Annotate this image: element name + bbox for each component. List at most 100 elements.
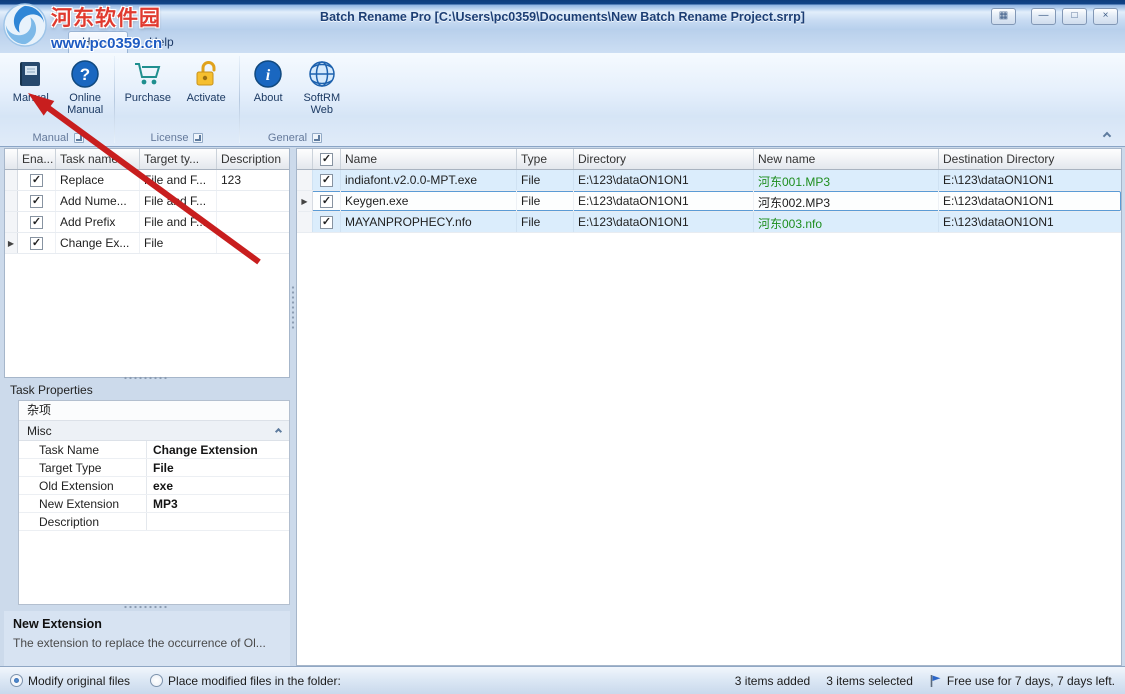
group-label-license-text: License — [151, 132, 189, 144]
task-target-cell: File and F... — [140, 170, 217, 190]
horizontal-splitter[interactable] — [123, 376, 167, 380]
shopping-cart-icon — [132, 58, 164, 90]
minimize-button[interactable]: — — [1031, 8, 1056, 25]
current-row-arrow-icon: ▶ — [8, 239, 14, 248]
file-row-selected[interactable]: ▶ ✓ Keygen.exe File E:\123\dataON1ON1 河东… — [297, 191, 1121, 212]
group-label-license: License — [116, 129, 238, 146]
property-value[interactable] — [147, 513, 289, 530]
property-row[interactable]: New Extension MP3 — [19, 495, 289, 513]
softrm-web-button[interactable]: SoftRM Web — [295, 55, 348, 118]
task-enabled-checkbox[interactable]: ✓ — [30, 216, 43, 229]
column-target-type[interactable]: Target ty... — [140, 149, 217, 169]
close-button[interactable]: × — [1093, 8, 1118, 25]
file-checkbox[interactable]: ✓ — [320, 174, 333, 187]
ribbon-group-separator — [114, 56, 115, 143]
file-destination-cell: E:\123\dataON1ON1 — [939, 170, 1121, 190]
property-row[interactable]: Task Name Change Extension — [19, 441, 289, 459]
row-selector-gutter: ▶ — [5, 233, 18, 253]
about-button[interactable]: i About — [242, 55, 295, 106]
row-selector-gutter — [5, 191, 18, 211]
ribbon-group-license: Purchase Activate License — [116, 53, 238, 146]
property-row[interactable]: Description — [19, 513, 289, 531]
task-properties-title: Task Properties — [10, 383, 93, 397]
file-new-name-cell: 河东003.nfo — [754, 212, 939, 232]
horizontal-splitter[interactable] — [123, 605, 167, 609]
column-new-name[interactable]: New name — [754, 149, 939, 169]
titlebar[interactable]: Batch Rename Pro [C:\Users\pc0359\Docume… — [0, 0, 1125, 30]
property-value[interactable]: File — [147, 459, 289, 476]
file-directory-cell: E:\123\dataON1ON1 — [574, 212, 754, 232]
items-selected-count: 3 items selected — [826, 674, 913, 688]
modify-original-radio[interactable]: Modify original files — [10, 674, 130, 688]
file-row[interactable]: ✓ indiafont.v2.0.0-MPT.exe File E:\123\d… — [297, 170, 1121, 191]
padlock-icon — [190, 58, 222, 90]
column-enabled[interactable]: Ena... — [18, 149, 56, 169]
task-properties-panel: 杂项 Misc Task Name Change Extension Targe… — [18, 400, 290, 605]
online-help-icon: ? — [69, 58, 101, 90]
task-target-cell: File and F... — [140, 212, 217, 232]
property-value[interactable]: Change Extension — [147, 441, 289, 458]
file-row[interactable]: ✓ MAYANPROPHECY.nfo File E:\123\dataON1O… — [297, 212, 1121, 233]
ribbon-group-manual: Manual ? Online Manual Manual — [3, 53, 113, 146]
file-list-header: ✓ Name Type Directory New name Destinati… — [297, 149, 1121, 170]
task-list-panel: Ena... Task name Target ty... Descriptio… — [4, 148, 290, 378]
help-title: New Extension — [13, 617, 281, 631]
ribbon-tab-bar: Home Help — [0, 30, 1125, 53]
column-description[interactable]: Description — [217, 149, 289, 169]
activate-button[interactable]: Activate — [180, 55, 233, 106]
skin-menu-button[interactable]: ▦ — [991, 8, 1016, 25]
vertical-splitter[interactable] — [291, 285, 295, 329]
file-list-panel: ✓ Name Type Directory New name Destinati… — [296, 148, 1122, 666]
file-destination-cell: E:\123\dataON1ON1 — [939, 191, 1121, 211]
group-dialog-launcher-icon[interactable] — [312, 133, 322, 143]
column-name[interactable]: Name — [341, 149, 517, 169]
file-checked-cell: ✓ — [313, 191, 341, 211]
file-name-cell: MAYANPROPHECY.nfo — [341, 212, 517, 232]
task-name-cell: Change Ex... — [56, 233, 140, 253]
properties-category-tab[interactable]: 杂项 — [19, 401, 289, 421]
file-type-cell: File — [517, 191, 574, 211]
property-row[interactable]: Old Extension exe — [19, 477, 289, 495]
softrm-web-button-label: SoftRM Web — [295, 92, 348, 116]
task-name-cell: Add Prefix — [56, 212, 140, 232]
online-manual-button[interactable]: ? Online Manual — [59, 55, 112, 118]
window-title: Batch Rename Pro [C:\Users\pc0359\Docume… — [320, 6, 805, 24]
task-row-selected[interactable]: ▶ ✓ Change Ex... File — [5, 233, 289, 254]
column-directory[interactable]: Directory — [574, 149, 754, 169]
file-checkbox[interactable]: ✓ — [320, 216, 333, 229]
properties-group-misc[interactable]: Misc — [19, 421, 289, 441]
task-target-cell: File and F... — [140, 191, 217, 211]
column-destination-directory[interactable]: Destination Directory — [939, 149, 1121, 169]
property-name: Task Name — [19, 441, 147, 458]
select-all-checkbox[interactable]: ✓ — [320, 153, 333, 166]
property-value[interactable]: MP3 — [147, 495, 289, 512]
property-row[interactable]: Target Type File — [19, 459, 289, 477]
place-modified-radio[interactable]: Place modified files in the folder: — [150, 674, 341, 688]
task-description-cell — [217, 212, 289, 232]
check-icon: ✓ — [322, 196, 331, 207]
task-row[interactable]: ✓ Add Prefix File and F... — [5, 212, 289, 233]
property-name: New Extension — [19, 495, 147, 512]
task-description-cell — [217, 233, 289, 253]
file-checkbox[interactable]: ✓ — [320, 195, 333, 208]
property-value[interactable]: exe — [147, 477, 289, 494]
ribbon-group-general: i About SoftRM Web General — [241, 53, 349, 146]
tab-help[interactable]: Help — [136, 32, 187, 53]
column-task-name[interactable]: Task name — [56, 149, 140, 169]
tab-home[interactable]: Home — [68, 31, 128, 53]
task-enabled-checkbox[interactable]: ✓ — [30, 174, 43, 187]
file-checked-cell: ✓ — [313, 170, 341, 190]
maximize-button[interactable]: □ — [1062, 8, 1087, 25]
manual-button[interactable]: Manual — [4, 55, 57, 106]
row-selector-gutter — [297, 170, 313, 190]
ribbon-collapse-button[interactable] — [1097, 128, 1117, 143]
task-enabled-checkbox[interactable]: ✓ — [30, 237, 43, 250]
task-row[interactable]: ✓ Add Nume... File and F... — [5, 191, 289, 212]
purchase-button[interactable]: Purchase — [121, 55, 174, 106]
group-dialog-launcher-icon[interactable] — [193, 133, 203, 143]
task-enabled-checkbox[interactable]: ✓ — [30, 195, 43, 208]
check-icon: ✓ — [322, 154, 331, 165]
group-dialog-launcher-icon[interactable] — [74, 133, 84, 143]
column-type[interactable]: Type — [517, 149, 574, 169]
task-row[interactable]: ✓ Replace File and F... 123 — [5, 170, 289, 191]
